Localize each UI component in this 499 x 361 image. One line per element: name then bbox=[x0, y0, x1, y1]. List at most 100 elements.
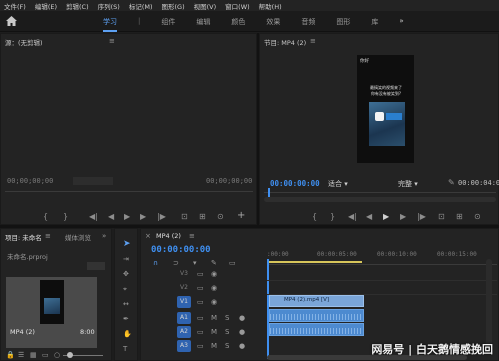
solo-icon[interactable]: S bbox=[225, 328, 229, 336]
close-tab-icon[interactable]: × bbox=[145, 232, 151, 240]
program-scrub-line[interactable] bbox=[264, 192, 496, 193]
search-field[interactable] bbox=[87, 262, 105, 270]
captions-icon[interactable]: ▭ bbox=[229, 259, 236, 267]
project-title[interactable]: 项目: 未命名 bbox=[5, 232, 42, 242]
insert-icon[interactable]: ⊡ bbox=[181, 212, 188, 221]
add-marker-icon[interactable]: ▾ bbox=[193, 259, 197, 267]
track-select-tool-icon[interactable]: ⇥ bbox=[123, 255, 129, 263]
menu-edit[interactable]: 编辑(E) bbox=[35, 1, 57, 11]
menu-view[interactable]: 视图(V) bbox=[194, 1, 217, 11]
list-view-icon[interactable]: ☰ bbox=[18, 351, 24, 359]
tab-effects[interactable]: 效果 bbox=[266, 17, 280, 32]
mark-in-icon[interactable]: { bbox=[312, 212, 317, 221]
freeform-view-icon[interactable]: ▭ bbox=[42, 351, 49, 359]
track-output-icon[interactable]: ▭ bbox=[197, 328, 204, 336]
tab-graphics[interactable]: 图形 bbox=[336, 17, 350, 32]
extract-icon[interactable]: ⊞ bbox=[456, 212, 463, 221]
audio-clip[interactable] bbox=[269, 323, 364, 336]
hand-tool-icon[interactable]: ✋ bbox=[123, 330, 132, 338]
go-to-out-icon[interactable]: |▶ bbox=[417, 212, 426, 221]
menu-window[interactable]: 窗口(W) bbox=[225, 1, 250, 11]
settings-wrench-icon[interactable]: ✎ bbox=[211, 259, 217, 267]
source-zoom-bar[interactable] bbox=[73, 177, 113, 185]
eye-icon[interactable]: ◉ bbox=[211, 284, 217, 292]
program-timecode[interactable]: 00:00:00:00 bbox=[270, 179, 320, 188]
time-ruler[interactable]: :00:00 00:00:05:00 00:00:10:00 00:00:15:… bbox=[267, 251, 497, 265]
zoom-out-icon[interactable]: ○ bbox=[54, 351, 60, 359]
type-tool-icon[interactable]: T bbox=[123, 345, 127, 353]
track-output-icon[interactable]: ▭ bbox=[197, 314, 204, 322]
step-back-icon[interactable]: ◀| bbox=[89, 212, 98, 221]
icon-view-icon[interactable]: ▦ bbox=[30, 351, 37, 359]
snap-icon[interactable]: ∩ bbox=[153, 259, 158, 267]
clip-thumbnail[interactable]: MP4 (2) 8:00 bbox=[6, 277, 97, 348]
menu-graphics[interactable]: 图形(G) bbox=[162, 1, 185, 11]
wrench-icon[interactable]: ✎ bbox=[448, 178, 455, 187]
menu-sequence[interactable]: 序列(S) bbox=[98, 1, 120, 11]
mute-icon[interactable]: M bbox=[211, 328, 217, 336]
tab-libraries[interactable]: 库 bbox=[371, 17, 378, 32]
export-frame-icon[interactable]: ⊙ bbox=[217, 212, 224, 221]
quality-dropdown[interactable]: 完整 ▾ bbox=[398, 179, 418, 189]
linked-selection-icon[interactable]: ⊃ bbox=[173, 259, 179, 267]
panel-menu-icon[interactable]: ≡ bbox=[189, 232, 195, 240]
add-button-icon[interactable]: + bbox=[237, 210, 245, 221]
track-output-icon[interactable]: ▭ bbox=[197, 298, 204, 306]
pen-tool-icon[interactable]: ✒ bbox=[123, 315, 129, 323]
tab-assembly[interactable]: 组件 bbox=[161, 17, 175, 32]
tab-editing[interactable]: 编辑 bbox=[196, 17, 210, 32]
track-v2[interactable]: V2 bbox=[177, 282, 191, 294]
selection-tool-icon[interactable]: ➤ bbox=[123, 239, 131, 249]
playhead[interactable] bbox=[268, 188, 270, 197]
panel-menu-icon[interactable]: ≡ bbox=[109, 37, 115, 45]
step-next-frame-icon[interactable]: ▶ bbox=[140, 212, 146, 221]
track-v3[interactable]: V3 bbox=[177, 268, 191, 280]
track-output-icon[interactable]: ▭ bbox=[197, 284, 204, 292]
panel-menu-icon[interactable]: ≡ bbox=[45, 232, 51, 240]
fit-dropdown[interactable]: 适合 ▾ bbox=[328, 179, 348, 189]
track-a3[interactable]: A3 bbox=[177, 340, 191, 352]
slip-tool-icon[interactable]: ↔ bbox=[123, 300, 129, 308]
lift-icon[interactable]: ⊡ bbox=[438, 212, 445, 221]
track-output-icon[interactable]: ▭ bbox=[197, 342, 204, 350]
mute-icon[interactable]: M bbox=[211, 342, 217, 350]
mark-out-icon[interactable]: } bbox=[330, 212, 335, 221]
play-icon[interactable]: ▶ bbox=[383, 212, 389, 221]
tab-learn[interactable]: 学习 bbox=[103, 17, 117, 32]
timeline-timecode[interactable]: 00:00:00:00 bbox=[151, 245, 211, 255]
work-area-bar[interactable] bbox=[267, 261, 362, 263]
solo-icon[interactable]: S bbox=[225, 342, 229, 350]
audio-clip[interactable] bbox=[269, 309, 364, 322]
eye-icon[interactable]: ◉ bbox=[211, 298, 217, 306]
track-output-icon[interactable]: ▭ bbox=[197, 270, 204, 278]
razor-tool-icon[interactable]: ⌖ bbox=[123, 285, 127, 294]
overwrite-icon[interactable]: ⊞ bbox=[199, 212, 206, 221]
track-a1[interactable]: A1 bbox=[177, 312, 191, 324]
voiceover-mic-icon[interactable]: ● bbox=[239, 342, 245, 350]
mute-icon[interactable]: M bbox=[211, 314, 217, 322]
mark-in-icon[interactable]: { bbox=[43, 212, 48, 221]
tab-media-browser[interactable]: 媒体浏览 bbox=[65, 232, 91, 242]
video-clip[interactable]: MP4 (2).mp4 [V] bbox=[269, 295, 364, 307]
tab-audio[interactable]: 音频 bbox=[301, 17, 315, 32]
voiceover-mic-icon[interactable]: ● bbox=[239, 314, 245, 322]
mark-out-icon[interactable]: } bbox=[63, 212, 68, 221]
export-frame-icon[interactable]: ⊙ bbox=[474, 212, 481, 221]
play-icon[interactable]: ▶ bbox=[124, 212, 130, 221]
lock-icon[interactable]: 🔒 bbox=[6, 351, 15, 359]
menu-clip[interactable]: 剪辑(C) bbox=[66, 1, 89, 11]
step-back-icon[interactable]: ◀ bbox=[366, 212, 372, 221]
vertical-scrollbar[interactable] bbox=[486, 259, 492, 349]
menu-file[interactable]: 文件(F) bbox=[4, 1, 26, 11]
zoom-slider-handle[interactable] bbox=[67, 352, 73, 358]
more-panels-icon[interactable]: » bbox=[102, 232, 106, 240]
track-a2[interactable]: A2 bbox=[177, 326, 191, 338]
solo-icon[interactable]: S bbox=[225, 314, 229, 322]
panel-menu-icon[interactable]: ≡ bbox=[310, 37, 316, 45]
zoom-scrollbar[interactable] bbox=[264, 197, 496, 202]
voiceover-mic-icon[interactable]: ● bbox=[239, 328, 245, 336]
sequence-tab[interactable]: MP4 (2) bbox=[156, 232, 181, 240]
track-v1[interactable]: V1 bbox=[177, 296, 191, 308]
go-to-in-icon[interactable]: ◀| bbox=[348, 212, 357, 221]
menu-help[interactable]: 帮助(H) bbox=[259, 1, 282, 11]
